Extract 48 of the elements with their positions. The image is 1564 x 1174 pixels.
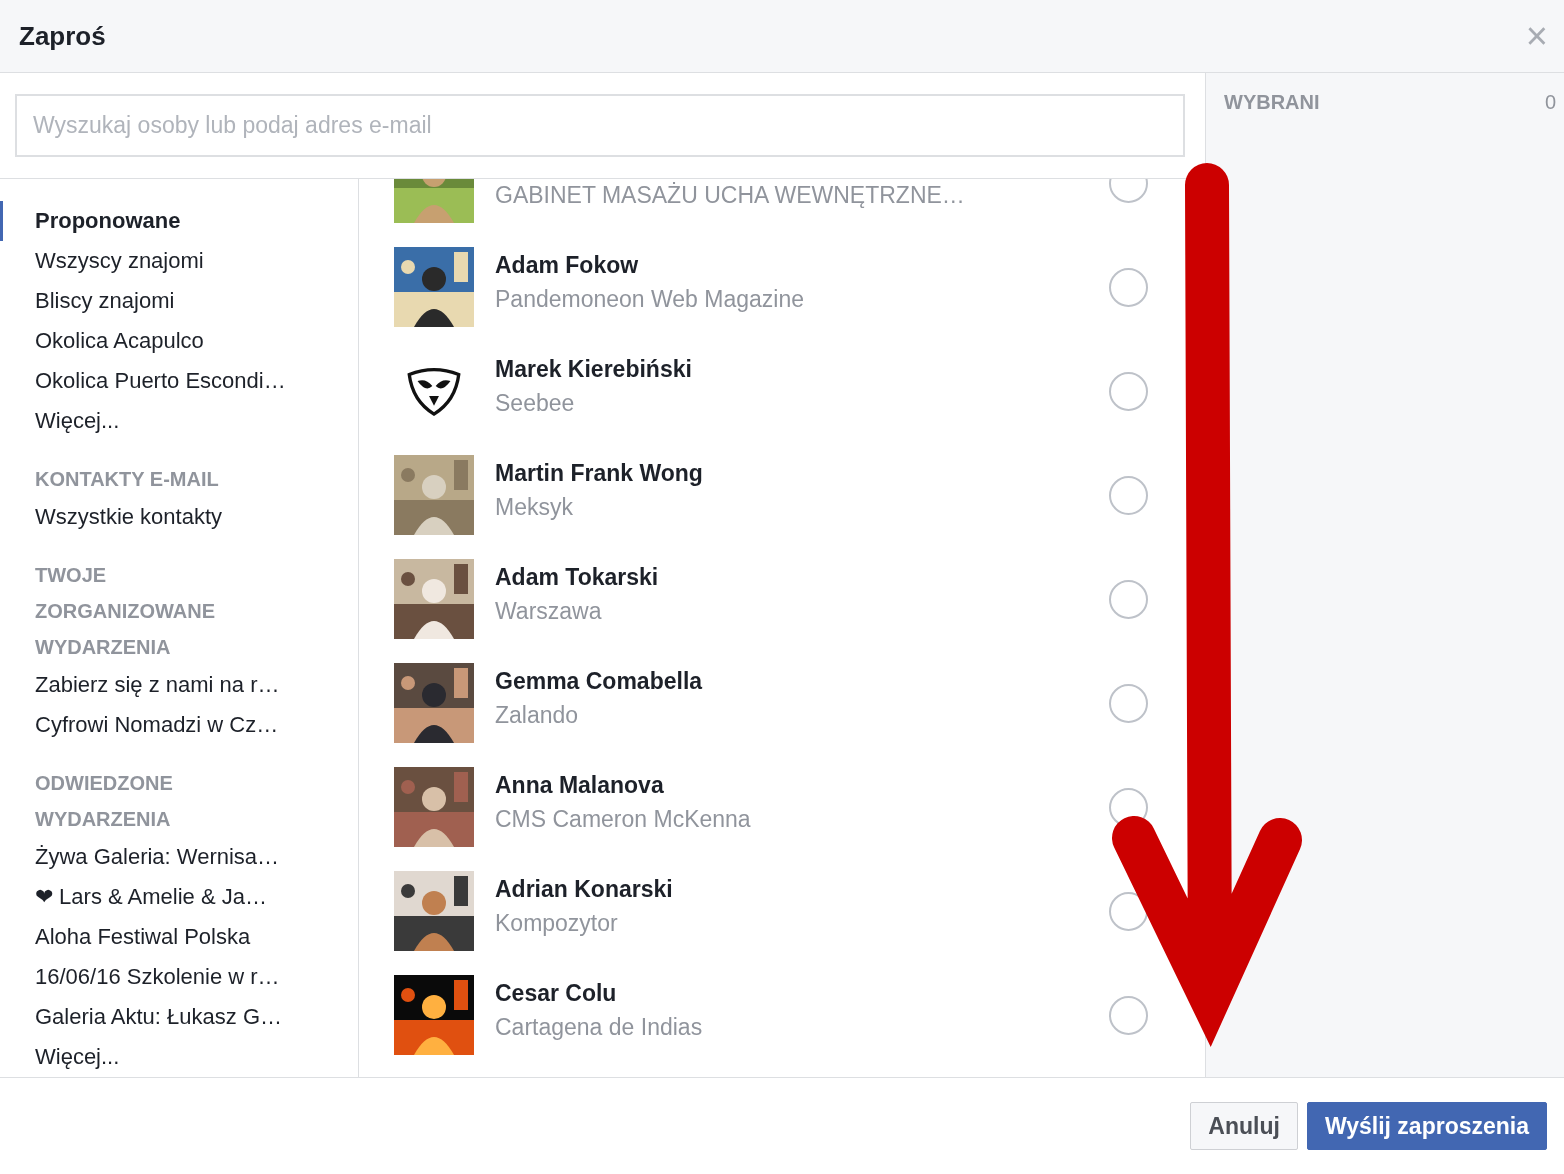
section-header: KONTAKTY E-MAIL xyxy=(34,467,220,492)
search-field[interactable]: Wyszukaj osoby lub podaj adres e-mail xyxy=(15,94,1185,157)
section-header: ODWIEDZONE WYDARZENIA xyxy=(34,771,174,832)
person-subtitle: Cartagena de Indias xyxy=(495,1013,704,1042)
person-subtitle: Warszawa xyxy=(495,597,603,626)
sidebar-item[interactable]: Wszyscy znajomi xyxy=(0,241,358,281)
cancel-button[interactable]: Anuluj xyxy=(1190,1102,1298,1150)
person-subtitle: GABINET MASAŻU UCHA WEWNĘTRZNE… xyxy=(495,181,966,210)
sidebar-item[interactable]: Więcej... xyxy=(0,1037,358,1077)
radio-button[interactable] xyxy=(1109,371,1148,411)
person-subtitle: Seebee xyxy=(495,389,576,418)
sidebar-item[interactable]: Wszystkie kontakty xyxy=(0,497,358,537)
dialog-title: Zaproś xyxy=(19,20,106,52)
radio-button[interactable] xyxy=(1109,995,1148,1035)
radio-button[interactable] xyxy=(1109,579,1148,619)
person-name[interactable]: Adrian Konarski xyxy=(495,872,1109,906)
person-subtitle: Kompozytor xyxy=(495,909,619,938)
person-name[interactable]: Adam Fokow xyxy=(495,248,1109,282)
sidebar-item[interactable]: Żywa Galeria: Wernisa… xyxy=(0,837,358,877)
panel-title: WYBRANI xyxy=(1224,91,1320,114)
sidebar-item[interactable]: Proponowane xyxy=(0,201,358,241)
person-subtitle: Zalando xyxy=(495,701,580,730)
person-name[interactable]: Adam Tokarski xyxy=(495,560,1109,594)
send-button[interactable]: Wyślij zaproszenia xyxy=(1306,1102,1547,1150)
radio-button[interactable] xyxy=(1109,267,1148,307)
selected-count: 0 xyxy=(1544,91,1556,114)
person-subtitle: CMS Cameron McKenna xyxy=(495,805,752,834)
person-subtitle: Meksyk xyxy=(495,493,574,522)
radio-button[interactable] xyxy=(1109,891,1148,931)
sidebar-item[interactable]: Okolica Acapulco xyxy=(0,321,358,361)
sidebar-item[interactable]: Okolica Puerto Escondi… xyxy=(0,361,358,401)
person-name[interactable]: Martin Frank Wong xyxy=(495,456,1109,490)
radio-button[interactable] xyxy=(1109,683,1148,723)
sidebar-item[interactable]: 16/06/16 Szkolenie w r… xyxy=(0,957,358,997)
sidebar-item[interactable]: ❤ Lars & Amelie & Ja… xyxy=(0,877,358,917)
sidebar-item[interactable]: Zabierz się z nami na r… xyxy=(0,665,358,705)
person-name[interactable]: Gemma Comabella xyxy=(495,664,1109,698)
radio-button[interactable] xyxy=(1109,475,1148,515)
sidebar-item[interactable]: Bliscy znajomi xyxy=(0,281,358,321)
section-header: TWOJE ZORGANIZOWANE WYDARZENIA xyxy=(34,563,216,660)
sidebar-item[interactable]: Więcej... xyxy=(0,401,358,441)
person-name[interactable]: Anna Malanova xyxy=(495,768,1109,802)
person-subtitle: Pandemoneon Web Magazine xyxy=(495,285,805,314)
sidebar-item[interactable]: Cyfrowi Nomadzi w Cz… xyxy=(0,705,358,745)
sidebar-item[interactable]: Aloha Festiwal Polska xyxy=(0,917,358,957)
sidebar-item[interactable]: Galeria Aktu: Łukasz G… xyxy=(0,997,358,1037)
person-name[interactable]: Marek Kierebiński xyxy=(495,352,1109,386)
person-name[interactable]: Cesar Colu xyxy=(495,976,1109,1010)
